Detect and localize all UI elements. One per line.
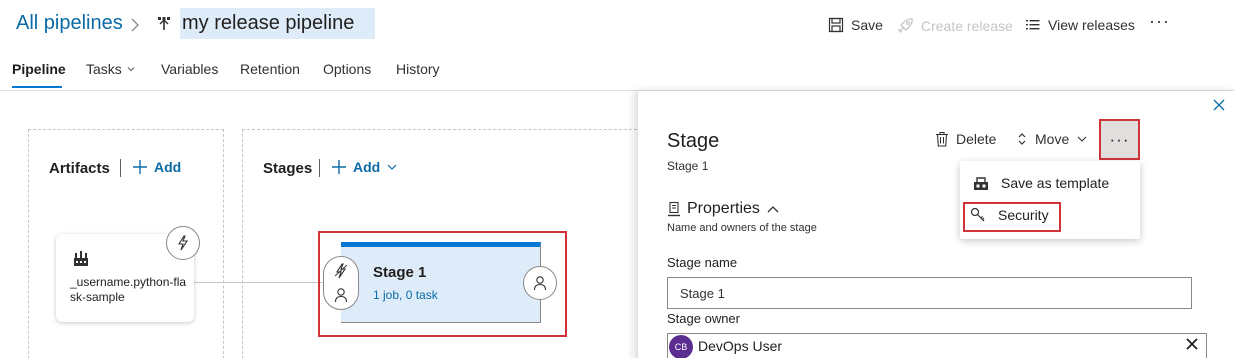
build-artifact-icon [72,249,90,267]
stage-name-label: Stage name [667,255,738,270]
post-deployment-conditions-button[interactable] [523,266,557,300]
stages-title: Stages [263,160,313,177]
plus-icon [133,160,147,174]
add-stage-button[interactable]: Add [331,159,398,175]
artifacts-separator [120,159,121,177]
plus-icon [332,160,346,174]
continuous-deployment-trigger-button[interactable] [166,226,200,260]
header-more-button[interactable]: ··· [1149,11,1170,32]
delete-label: Delete [956,131,997,147]
key-icon [970,207,985,222]
artifact-name: _username.python-flask-sample [70,275,187,304]
lightning-icon [333,263,349,279]
tab-tasks-label: Tasks [86,61,122,77]
selected-tab-indicator [12,86,62,88]
breadcrumb-separator [130,13,140,37]
owner-name: DevOps User [698,338,783,354]
save-button[interactable]: Save [828,17,883,33]
tab-history[interactable]: History [396,61,440,77]
chevron-down-icon [387,164,397,170]
add-stage-label: Add [353,159,381,175]
panel-title: Stage [667,130,720,152]
menu-item-label: Security [998,207,1049,223]
save-label: Save [851,17,883,33]
remove-owner-button[interactable] [1185,337,1199,351]
tab-variables[interactable]: Variables [161,61,218,77]
create-release-button[interactable]: Create release [896,17,1013,35]
close-icon [1186,338,1198,350]
menu-item-security[interactable]: Security [970,207,1049,223]
release-pipeline-icon [156,16,172,32]
move-label: Move [1035,131,1070,147]
panel-more-button[interactable]: ··· [1099,119,1140,160]
stage-owner-label: Stage owner [667,311,740,326]
add-artifact-label: Add [154,159,182,175]
avatar: CB [669,335,693,358]
lightning-icon [178,235,189,251]
panel-subtitle: Stage 1 [667,159,709,173]
rocket-icon [898,18,913,33]
menu-item-label: Save as template [1001,175,1110,191]
properties-description: Name and owners of the stage [667,222,817,234]
person-icon [533,276,547,291]
tab-tasks[interactable]: Tasks [86,61,136,77]
up-down-arrows-icon [1018,133,1026,145]
move-stage-button[interactable]: Move [1016,131,1088,147]
properties-title: Properties [687,200,760,217]
stage-name: Stage 1 [373,264,427,281]
create-release-label: Create release [921,18,1013,34]
menu-item-save-as-template[interactable]: Save as template [973,175,1109,191]
person-icon [334,287,348,303]
stage-card[interactable] [341,242,541,323]
stage-summary-link[interactable]: 1 job, 0 task [373,288,438,302]
artifacts-title: Artifacts [49,160,110,177]
tab-pipeline[interactable]: Pipeline [12,61,66,77]
chevron-down-icon [1077,136,1087,142]
list-icon [1026,20,1040,30]
close-panel-button[interactable] [1211,97,1227,113]
save-icon [828,17,844,33]
properties-icon [668,201,680,217]
pipeline-name: my release pipeline [182,12,355,34]
chevron-down-icon [127,67,135,72]
stage-name-input[interactable] [667,277,1192,309]
tab-options[interactable]: Options [323,61,371,77]
stages-separator [319,159,320,177]
tab-retention[interactable]: Retention [240,61,300,77]
delete-stage-button[interactable]: Delete [935,131,996,147]
view-releases-label: View releases [1048,17,1135,33]
view-releases-button[interactable]: View releases [1025,17,1135,33]
properties-section-toggle[interactable]: Properties [667,200,780,218]
add-artifact-button[interactable]: Add [132,159,181,175]
close-icon [1213,99,1225,111]
breadcrumb-all-pipelines[interactable]: All pipelines [16,12,123,35]
chevron-up-icon [767,206,779,213]
template-icon [974,177,988,190]
trash-icon [936,131,948,147]
